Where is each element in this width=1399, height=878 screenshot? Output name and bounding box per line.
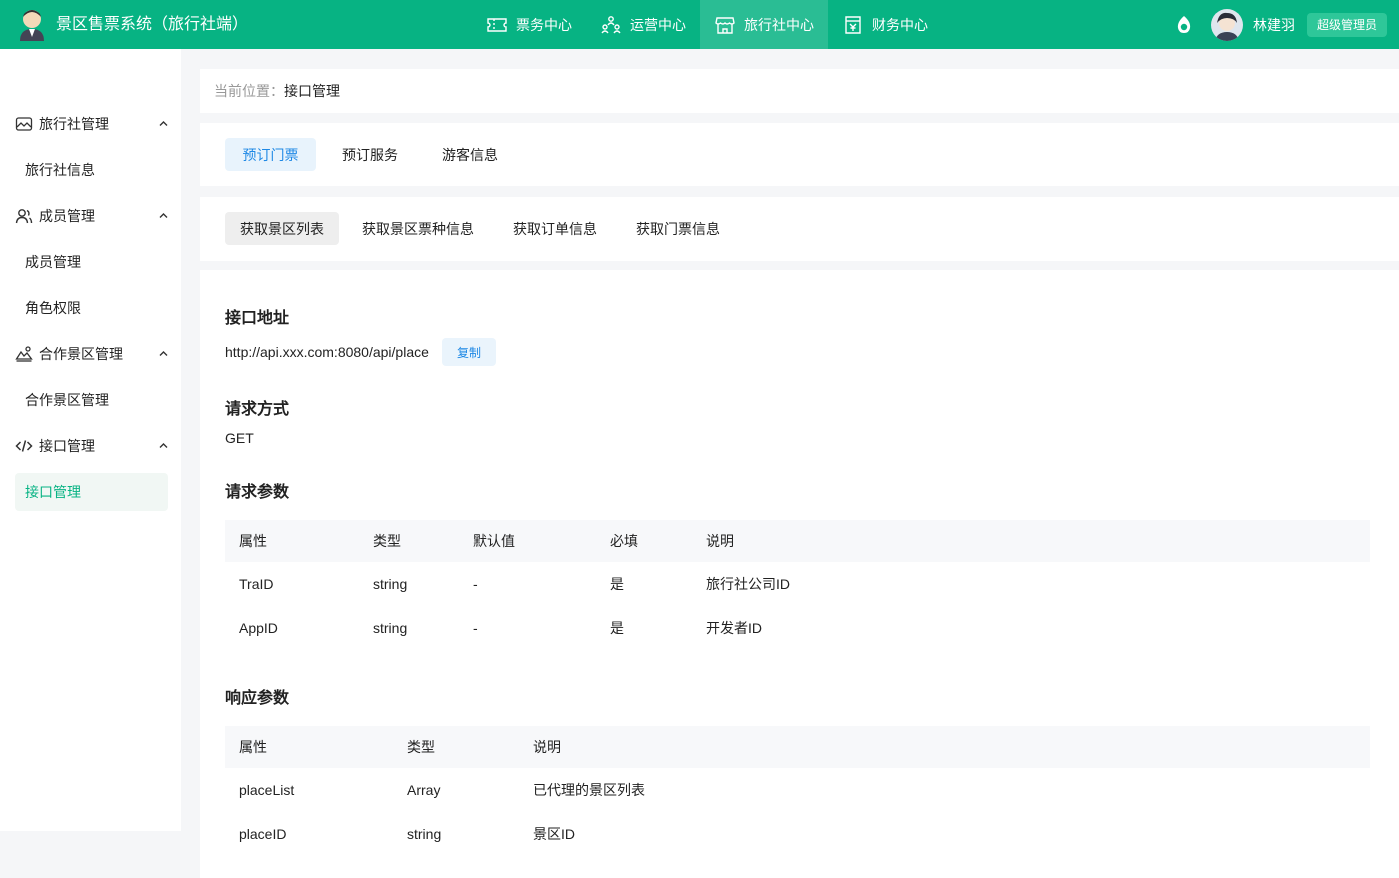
- nav-agency-center-label: 旅行社中心: [744, 16, 814, 33]
- sidebar-item-scenic[interactable]: 合作景区管理: [15, 381, 168, 419]
- cell: 开发者ID: [706, 620, 762, 636]
- notification-icon[interactable]: [1173, 14, 1195, 36]
- username[interactable]: 林建羽: [1253, 15, 1295, 35]
- nav-operation-center-label: 运营中心: [630, 16, 686, 33]
- table-header-row: 属性 类型 默认值 必填 说明: [225, 520, 1370, 562]
- breadcrumb-current: 接口管理: [284, 83, 340, 99]
- response-params-title: 响应参数: [225, 690, 290, 707]
- col-default: 默认值: [459, 520, 596, 562]
- sidebar-group-agency[interactable]: 旅行社管理: [0, 101, 181, 147]
- cell: 景区ID: [533, 826, 575, 842]
- col-required: 必填: [596, 520, 692, 562]
- cell: string: [373, 620, 408, 636]
- sidebar-group-api[interactable]: 接口管理: [0, 423, 181, 469]
- user-icon: [15, 209, 33, 224]
- copy-button[interactable]: 复制: [442, 338, 496, 366]
- sidebar-item-api[interactable]: 接口管理: [15, 473, 168, 511]
- api-method: GET: [225, 430, 254, 446]
- breadcrumb-prefix: 当前位置：: [214, 83, 284, 99]
- col-type: 类型: [393, 726, 519, 768]
- logo-avatar-icon: [20, 10, 44, 41]
- tab-book-tickets[interactable]: 预订门票: [225, 138, 316, 171]
- nav-finance-center-label: 财务中心: [872, 16, 928, 33]
- role-badge: 超级管理员: [1306, 12, 1387, 37]
- cell: placeID: [239, 826, 287, 842]
- table-row: AppID string - 是 开发者ID: [225, 606, 1370, 650]
- image-icon: [15, 117, 33, 131]
- tab-get-ticket-types[interactable]: 获取景区票种信息: [362, 212, 474, 245]
- chevron-up-icon: [159, 121, 168, 126]
- landscape-icon: [15, 346, 33, 362]
- col-desc: 说明: [692, 520, 1370, 562]
- sidebar-group-api-label: 接口管理: [39, 438, 95, 454]
- app-title: 景区售票系统（旅行社端）: [56, 16, 249, 33]
- tab-get-tickets[interactable]: 获取门票信息: [636, 212, 720, 245]
- sidebar-group-members[interactable]: 成员管理: [0, 193, 181, 239]
- sidebar-item-members[interactable]: 成员管理: [15, 243, 168, 281]
- nav-ticket-center[interactable]: 票务中心: [472, 0, 586, 49]
- nav-ticket-center-label: 票务中心: [516, 16, 572, 33]
- nav-agency-center[interactable]: 旅行社中心: [700, 0, 828, 49]
- top-header: 景区售票系统（旅行社端） 票务中心 运营中心 旅行社中心 财务中心 林建羽 超级…: [0, 0, 1399, 49]
- col-type: 类型: [359, 520, 459, 562]
- cell: Array: [407, 782, 441, 798]
- cell: -: [473, 620, 478, 636]
- shop-icon: [715, 16, 735, 34]
- table-row: placeID string 景区ID: [225, 812, 1370, 856]
- ticket-icon: [487, 17, 507, 32]
- sidebar-group-agency-label: 旅行社管理: [39, 116, 109, 132]
- col-desc: 说明: [519, 726, 1370, 768]
- code-icon: [15, 440, 33, 452]
- sidebar-item-agency-info[interactable]: 旅行社信息: [15, 151, 168, 189]
- tab-book-services[interactable]: 预订服务: [342, 138, 398, 171]
- primary-tabs: 预订门票 预订服务 游客信息: [200, 123, 1399, 186]
- nav-finance-center[interactable]: 财务中心: [828, 0, 942, 49]
- breadcrumb: 当前位置： 接口管理: [200, 69, 1399, 113]
- response-params-table: 属性 类型 说明 placeList Array 已代理的景区列表 placeI…: [225, 726, 1370, 856]
- table-row: TraID string - 是 旅行社公司ID: [225, 562, 1370, 606]
- tab-visitor-info[interactable]: 游客信息: [442, 138, 498, 171]
- request-params-table: 属性 类型 默认值 必填 说明 TraID string - 是 旅行社公司ID…: [225, 520, 1370, 650]
- cell: TraID: [239, 576, 274, 592]
- cell: 已代理的景区列表: [533, 782, 645, 798]
- cell: 旅行社公司ID: [706, 576, 790, 592]
- people-icon: [601, 15, 621, 33]
- sidebar-group-members-label: 成员管理: [39, 208, 95, 224]
- col-attr: 属性: [225, 520, 359, 562]
- cell: placeList: [239, 782, 295, 798]
- chevron-up-icon: [159, 213, 168, 218]
- user-avatar[interactable]: [1210, 8, 1243, 41]
- request-params-title: 请求参数: [225, 484, 290, 501]
- nav-operation-center[interactable]: 运营中心: [586, 0, 700, 49]
- sidebar: 旅行社管理 旅行社信息 成员管理 成员管理 角色权限 合作景区管理 合作景区管理…: [0, 49, 181, 831]
- cell: AppID: [239, 620, 278, 636]
- secondary-tabs: 获取景区列表 获取景区票种信息 获取订单信息 获取门票信息: [200, 197, 1399, 261]
- main-nav: 票务中心 运营中心 旅行社中心 财务中心: [472, 0, 942, 49]
- api-address: http://api.xxx.com:8080/api/place: [225, 344, 429, 360]
- chevron-up-icon: [159, 443, 168, 448]
- cell: 是: [610, 576, 624, 592]
- tab-get-orders[interactable]: 获取订单信息: [513, 212, 597, 245]
- sidebar-group-scenic-label: 合作景区管理: [39, 346, 123, 362]
- chevron-up-icon: [159, 351, 168, 356]
- sidebar-item-roles[interactable]: 角色权限: [15, 289, 168, 327]
- cell: string: [407, 826, 442, 842]
- cell: -: [473, 576, 478, 592]
- method-title: 请求方式: [225, 401, 290, 418]
- sidebar-group-scenic[interactable]: 合作景区管理: [0, 331, 181, 377]
- finance-icon: [845, 15, 861, 34]
- cell: 是: [610, 620, 624, 636]
- api-detail-panel: 接口地址 http://api.xxx.com:8080/api/place 复…: [200, 270, 1399, 878]
- col-attr: 属性: [225, 726, 393, 768]
- table-row: placeList Array 已代理的景区列表: [225, 768, 1370, 812]
- address-title: 接口地址: [225, 310, 290, 327]
- header-user-area: 林建羽 超级管理员: [1173, 0, 1387, 49]
- cell: string: [373, 576, 408, 592]
- tab-get-scenic-list[interactable]: 获取景区列表: [225, 212, 339, 245]
- table-header-row: 属性 类型 说明: [225, 726, 1370, 768]
